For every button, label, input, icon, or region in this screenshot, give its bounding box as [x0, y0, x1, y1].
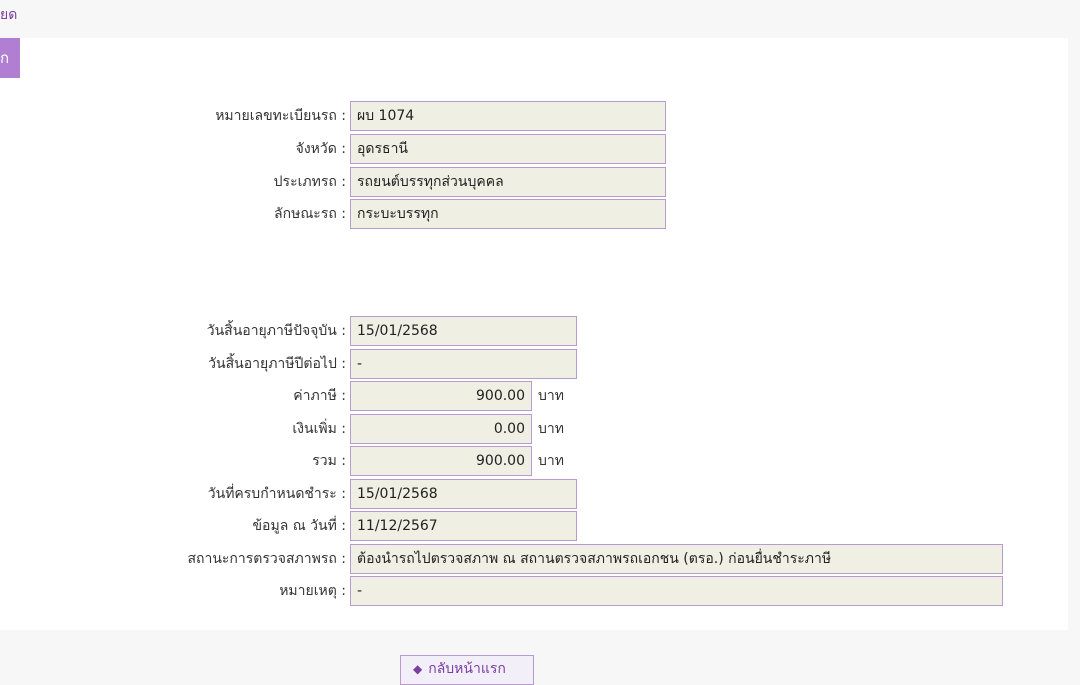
surcharge-field: 0.00 [350, 414, 532, 444]
province-label: จังหวัด : [295, 141, 346, 157]
expire-current-field: 15/01/2568 [350, 316, 577, 346]
expire-next-label: วันสิ้นอายุภาษีปีต่อไป : [208, 356, 346, 372]
diamond-icon: ◆ [413, 662, 423, 676]
total-label: รวม : [312, 453, 346, 469]
due-date-field: 15/01/2568 [350, 479, 577, 509]
vehicle-style-label: ลักษณะรถ : [274, 206, 346, 222]
tax-amount-unit: บาท [538, 388, 564, 404]
due-date-label: วันที่ครบกำหนดชำระ : [207, 486, 346, 502]
remark-field: - [350, 576, 1003, 606]
total-unit: บาท [538, 453, 564, 469]
vehicle-style-field: กระบะบรรทุก [350, 199, 666, 229]
data-as-of-field: 11/12/2567 [350, 511, 577, 541]
top-link[interactable]: ยด [0, 4, 17, 26]
plate-label: หมายเลขทะเบียนรถ : [215, 108, 346, 124]
expire-current-label: วันสิ้นอายุภาษีปัจจุบัน : [206, 323, 346, 339]
inspection-status-label: สถานะการตรวจสภาพรถ : [187, 551, 346, 567]
tax-amount-field: 900.00 [350, 381, 532, 411]
vehicle-type-field: รถยนต์บรรทุกส่วนบุคคล [350, 167, 666, 197]
tax-amount-label: ค่าภาษี : [293, 388, 346, 404]
inspection-status-field: ต้องนำรถไปตรวจสภาพ ณ สถานตรวจสภาพรถเอกชน… [350, 544, 1003, 574]
vehicle-type-label: ประเภทรถ : [273, 174, 346, 190]
total-field: 900.00 [350, 446, 532, 476]
province-field: อุดรธานี [350, 134, 666, 164]
back-home-button[interactable]: ◆ กลับหน้าแรก [400, 655, 534, 685]
expire-next-field: - [350, 349, 577, 379]
surcharge-label: เงินเพิ่ม : [292, 421, 346, 437]
back-home-label: กลับหน้าแรก [428, 661, 506, 677]
tab-button[interactable]: ก [0, 38, 20, 78]
plate-field: ผบ 1074 [350, 101, 666, 131]
surcharge-unit: บาท [538, 421, 564, 437]
data-as-of-label: ข้อมูล ณ วันที่ : [252, 518, 346, 534]
remark-label: หมายเหตุ : [279, 583, 346, 599]
